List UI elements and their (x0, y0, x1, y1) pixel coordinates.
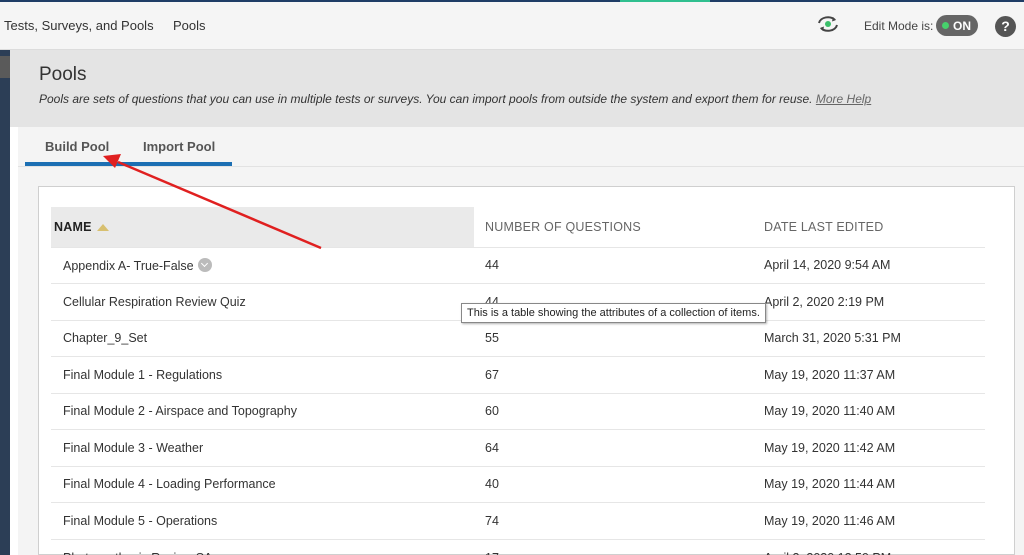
date-last-edited: May 19, 2020 11:37 AM (754, 356, 985, 393)
table-row: Final Module 4 - Loading Performance 40 … (51, 465, 985, 503)
pool-name[interactable]: Final Module 3 - Weather (51, 429, 474, 466)
question-count: 44 (474, 246, 754, 284)
help-icon[interactable]: ? (995, 16, 1016, 37)
pool-name[interactable]: Final Module 5 - Operations (51, 502, 474, 539)
page-header: Pools Pools are sets of questions that y… (10, 50, 1024, 127)
collapse-menu-handle[interactable] (0, 56, 10, 78)
sort-ascending-icon[interactable] (96, 223, 109, 231)
tab-import-pool[interactable]: Import Pool (143, 139, 215, 154)
pool-name[interactable]: Final Module 1 - Regulations (51, 356, 474, 393)
table-header-row: NAME NUMBER OF QUESTIONS DATE LAST EDITE… (51, 207, 985, 247)
date-last-edited: April 2, 2020 12:59 PM (754, 538, 985, 555)
column-header-date-last-edited[interactable]: DATE LAST EDITED (754, 207, 985, 247)
table-row: Final Module 3 - Weather 64 May 19, 2020… (51, 429, 985, 466)
pool-name[interactable]: Appendix A- True-False (63, 259, 194, 273)
toggle-state-text: ON (953, 19, 971, 33)
refresh-view-icon[interactable] (816, 14, 840, 34)
date-last-edited: March 31, 2020 5:31 PM (754, 319, 985, 357)
pools-table: NAME NUMBER OF QUESTIONS DATE LAST EDITE… (51, 207, 985, 555)
question-count: 60 (474, 392, 754, 430)
question-count: 17 (474, 538, 754, 555)
pool-name[interactable]: Final Module 2 - Airspace and Topography (51, 392, 474, 430)
table-row: Chapter_9_Set 55 March 31, 2020 5:31 PM (51, 319, 985, 357)
active-tab-indicator (25, 162, 232, 166)
pool-name[interactable]: Final Module 4 - Loading Performance (51, 465, 474, 503)
table-row: Appendix A- True-False 44 April 14, 2020… (51, 246, 985, 284)
table-row: Final Module 5 - Operations 74 May 19, 2… (51, 502, 985, 539)
chevron-down-icon[interactable] (197, 257, 212, 272)
page-description: Pools are sets of questions that you can… (39, 92, 871, 106)
table-row: Final Module 2 - Airspace and Topography… (51, 392, 985, 430)
header-bar: Tests, Surveys, and Pools Pools Edit Mod… (0, 2, 1024, 50)
page-description-text: Pools are sets of questions that you can… (39, 92, 813, 106)
edit-mode-toggle[interactable]: ON (936, 15, 978, 36)
content-area: Build Pool Import Pool NAME NUMBER OF QU… (18, 127, 1024, 555)
question-count: 40 (474, 465, 754, 503)
table-row: Final Module 1 - Regulations 67 May 19, … (51, 356, 985, 393)
pool-name[interactable]: Cellular Respiration Review Quiz (51, 283, 474, 320)
pool-name[interactable]: Photosynthesis Review SA (51, 538, 474, 555)
pool-name[interactable]: Chapter_9_Set (51, 319, 474, 357)
action-bar: Build Pool Import Pool (18, 127, 1024, 167)
edit-mode-label: Edit Mode is: (864, 19, 934, 33)
more-help-link[interactable]: More Help (816, 92, 871, 106)
tab-build-pool[interactable]: Build Pool (45, 139, 109, 154)
question-count: 74 (474, 502, 754, 539)
date-last-edited: May 19, 2020 11:42 AM (754, 429, 985, 466)
column-header-name[interactable]: NAME (51, 207, 474, 247)
page-title: Pools (39, 64, 87, 85)
column-header-number-of-questions[interactable]: NUMBER OF QUESTIONS (474, 207, 754, 247)
date-last-edited: May 19, 2020 11:44 AM (754, 465, 985, 503)
date-last-edited: April 14, 2020 9:54 AM (754, 246, 985, 284)
left-navigation-strip (0, 50, 10, 555)
table-row: Photosynthesis Review SA 17 April 2, 202… (51, 538, 985, 555)
breadcrumb-pools: Pools (173, 18, 206, 33)
table-tooltip: This is a table showing the attributes o… (461, 303, 766, 323)
breadcrumb-tests-surveys-pools[interactable]: Tests, Surveys, and Pools (4, 18, 154, 33)
question-count: 64 (474, 429, 754, 466)
question-count: 55 (474, 319, 754, 357)
date-last-edited: April 2, 2020 2:19 PM (754, 283, 985, 320)
date-last-edited: May 19, 2020 11:40 AM (754, 392, 985, 430)
pool-name-cell[interactable]: Appendix A- True-False (51, 246, 474, 284)
pools-table-panel: NAME NUMBER OF QUESTIONS DATE LAST EDITE… (38, 186, 1015, 555)
toggle-status-dot (942, 22, 949, 29)
column-header-name-label: NAME (54, 219, 92, 234)
question-count: 67 (474, 356, 754, 393)
date-last-edited: May 19, 2020 11:46 AM (754, 502, 985, 539)
